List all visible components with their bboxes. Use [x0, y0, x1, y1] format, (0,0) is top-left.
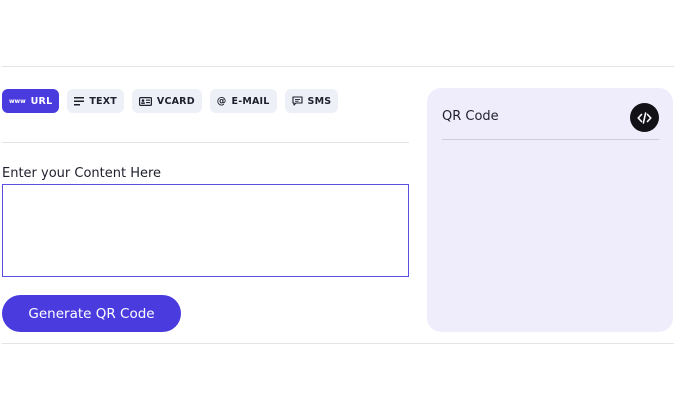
top-divider [2, 66, 674, 67]
code-embed-icon [637, 111, 652, 124]
content-label: Enter your Content Here [2, 166, 162, 181]
tab-vcard[interactable]: VCARD [131, 89, 202, 113]
tab-email[interactable]: @ E-MAIL [209, 89, 277, 113]
tab-email-label: E-MAIL [231, 95, 270, 107]
bottom-divider [2, 343, 674, 344]
qr-panel-divider [442, 139, 659, 140]
text-lines-icon [74, 96, 85, 106]
www-icon: www [9, 97, 26, 105]
content-type-tabs: www URL TEXT VCARD @ E-MAIL SMS [2, 89, 339, 113]
at-sign-icon: @ [216, 95, 227, 107]
tabs-divider [2, 142, 409, 143]
tab-url-label: URL [30, 95, 53, 107]
qr-code-panel: QR Code [427, 88, 673, 332]
generate-qr-button[interactable]: Generate QR Code [2, 295, 181, 332]
tab-sms[interactable]: SMS [284, 89, 339, 113]
tab-text[interactable]: TEXT [67, 89, 124, 113]
tab-url[interactable]: www URL [2, 89, 60, 113]
code-embed-button[interactable] [630, 103, 659, 132]
tab-text-label: TEXT [89, 95, 117, 107]
tab-vcard-label: VCARD [156, 95, 195, 107]
message-icon [291, 96, 303, 106]
id-card-icon [138, 96, 152, 106]
qr-panel-title: QR Code [442, 109, 499, 124]
tab-sms-label: SMS [307, 95, 332, 107]
content-input[interactable] [2, 184, 409, 277]
